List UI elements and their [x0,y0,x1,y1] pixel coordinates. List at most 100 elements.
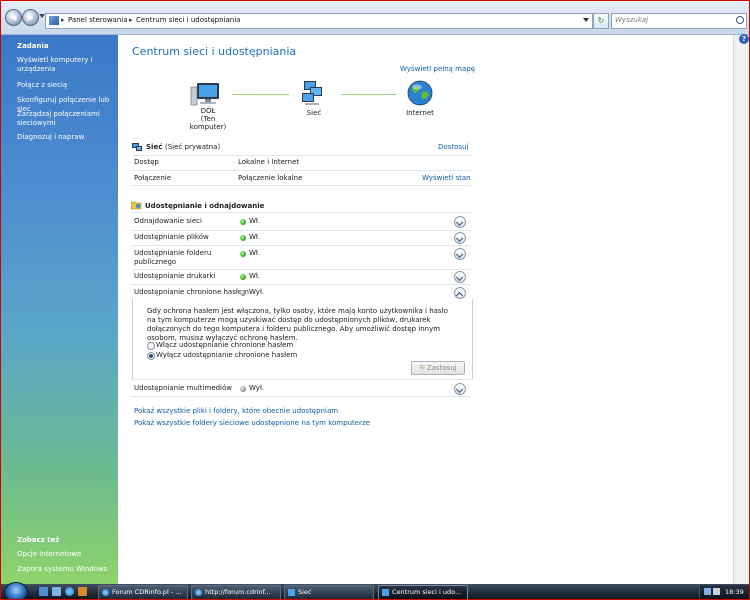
sidebar-item-internet-options[interactable]: Opcje internetowe [17,550,115,559]
network-icon [382,589,389,596]
sharing-heading: Udostępnianie i odnajdowanie [145,202,265,210]
see-also-heading: Zobacz też [17,536,60,544]
search-placeholder: Wyszukaj [615,16,649,24]
connection-label: Połączenie [134,174,172,182]
sidebar-item-firewall[interactable]: Zapora systemu Windows [17,565,115,574]
radio-disable-password-sharing[interactable] [147,352,155,360]
expand-chevron-icon[interactable] [454,383,466,395]
expand-chevron-icon[interactable] [454,271,466,283]
media-sharing-label: Udostępnianie multimediów [134,384,232,392]
search-icon[interactable] [736,16,744,24]
status-off-icon [240,290,246,296]
browser-icon [195,589,202,596]
media-player-icon[interactable] [78,587,87,596]
system-tray: 18:39 [699,585,749,598]
sharing-folder-icon [130,200,142,210]
refresh-button[interactable]: ↻ [593,13,609,29]
apply-button-label: Zastosuj [426,364,457,372]
shield-icon: ⛨ [419,364,425,372]
radio-enable-password-sharing[interactable] [147,342,155,350]
volume-icon[interactable] [713,588,720,595]
sidebar-item-diagnose[interactable]: Diagnozuj i napraw [17,133,115,142]
vertical-scrollbar[interactable] [733,35,749,584]
breadcrumb-control-panel[interactable]: Panel sterowania [68,16,128,24]
map-link-line [232,94,289,95]
taskbar-item[interactable]: Sieć [284,585,374,599]
sharing-row-status: Wł. [249,217,261,225]
sharing-row-status: Wł. [249,272,261,280]
sharing-row-label: Udostępnianie drukarki [134,272,216,280]
clock[interactable]: 18:39 [725,588,744,596]
browser-icon [102,589,109,596]
search-input[interactable]: Wyszukaj [611,13,747,29]
taskbar-item-active[interactable]: Centrum sieci i udo... [378,585,468,599]
breadcrumb-chevron-icon[interactable]: ▸ [61,16,65,24]
sharing-row-status: Wł. [249,233,261,241]
breadcrumb-chevron-icon[interactable]: ▸ [129,16,133,24]
status-on-icon [240,219,246,225]
control-panel-icon [49,16,59,25]
network-tray-icon[interactable] [704,588,711,595]
show-desktop-icon[interactable] [39,587,48,596]
computer-label: DÓŁ (Ten komputer) [184,107,232,131]
media-sharing-status: Wył. [249,384,265,392]
sharing-row-label: Udostępnianie plików [134,233,209,241]
tasks-heading: Zadania [17,42,49,50]
network-bench-icon [131,142,143,152]
sharing-row-label: Odnajdowanie sieci [134,217,202,225]
sidebar-item-view-computers[interactable]: Wyświetl komputery i urządzenia [17,56,115,74]
taskbar-item[interactable]: http://forum.cdrinf... [191,585,281,599]
window: ◀ ▶ ▸ Panel sterowania ▸ Centrum sieci i… [0,0,750,600]
address-dropdown-icon[interactable] [583,18,589,22]
sharing-row-label: Udostępnianie chronione hasłem [134,288,249,296]
taskbar: Forum CDRinfo.pl - ... http://forum.cdri… [1,582,749,599]
internet-label: Internet [406,109,434,117]
network-icon[interactable] [299,79,327,107]
taskbar-item-label: Sieć [298,588,312,596]
internet-globe-icon[interactable] [406,79,434,107]
connection-value: Połączenie lokalne [238,174,303,182]
status-off-icon [240,386,246,392]
network-type: (Sieć prywatna) [165,143,221,151]
status-on-icon [240,235,246,241]
sharing-row-label: Udostępnianie folderu publicznego [134,249,212,266]
sidebar-item-connect[interactable]: Połącz z siecią [17,81,115,90]
show-shared-files-link[interactable]: Pokaż wszystkie pliki i foldery, które o… [134,407,338,415]
page-title: Centrum sieci i udostępniania [132,45,297,58]
collapse-chevron-icon[interactable] [454,287,466,299]
address-box[interactable]: ▸ Panel sterowania ▸ Centrum sieci i udo… [45,13,593,29]
expand-chevron-icon[interactable] [454,232,466,244]
expand-chevron-icon[interactable] [454,216,466,228]
internet-explorer-icon[interactable] [65,587,74,596]
map-link-line [341,94,396,95]
sidebar-item-manage-connections[interactable]: Zarządzaj połączeniami sieciowymi [17,110,115,128]
back-button[interactable]: ◀ [5,9,22,26]
taskbar-item-label: Forum CDRinfo.pl - ... [112,588,182,596]
status-on-icon [240,251,246,257]
expand-chevron-icon[interactable] [454,248,466,260]
view-full-map-link[interactable]: Wyświetl pełną mapę [400,65,475,73]
show-shared-folders-link[interactable]: Pokaż wszystkie foldery sieciowe udostęp… [134,419,370,427]
computer-sub: (Ten komputer) [189,115,227,131]
task-pane: Zadania Wyświetl komputery i urządzenia … [1,35,118,584]
sharing-row-status: Wł. [249,249,261,257]
start-button[interactable] [4,582,28,599]
radio-disable-label[interactable]: Wyłącz udostępnianie chronione hasłem [156,351,297,359]
apply-button[interactable]: ⛨ Zastosuj [411,361,465,375]
customize-link[interactable]: Dostosuj [438,143,468,151]
main-content: Centrum sieci i udostępniania Wyświetl p… [118,35,733,584]
breadcrumb-network-center[interactable]: Centrum sieci i udostępniania [136,16,240,24]
sharing-row-status: Wył. [249,288,265,296]
switch-windows-icon[interactable] [52,587,61,596]
help-icon[interactable]: ? [739,34,749,44]
radio-enable-label[interactable]: Włącz udostępnianie chronione hasłem [156,341,293,349]
view-status-link[interactable]: Wyświetl stan [422,174,471,182]
taskbar-item[interactable]: Forum CDRinfo.pl - ... [98,585,188,599]
taskbar-item-label: Centrum sieci i udo... [392,588,462,596]
network-label: Sieć [306,109,322,117]
address-toolbar: ◀ ▶ ▸ Panel sterowania ▸ Centrum sieci i… [1,1,749,35]
access-label: Dostęp [134,158,159,166]
forward-button[interactable]: ▶ [22,9,39,26]
password-sharing-description: Gdy ochrona hasłem jest włączona, tylko … [147,307,448,342]
status-on-icon [240,274,246,280]
